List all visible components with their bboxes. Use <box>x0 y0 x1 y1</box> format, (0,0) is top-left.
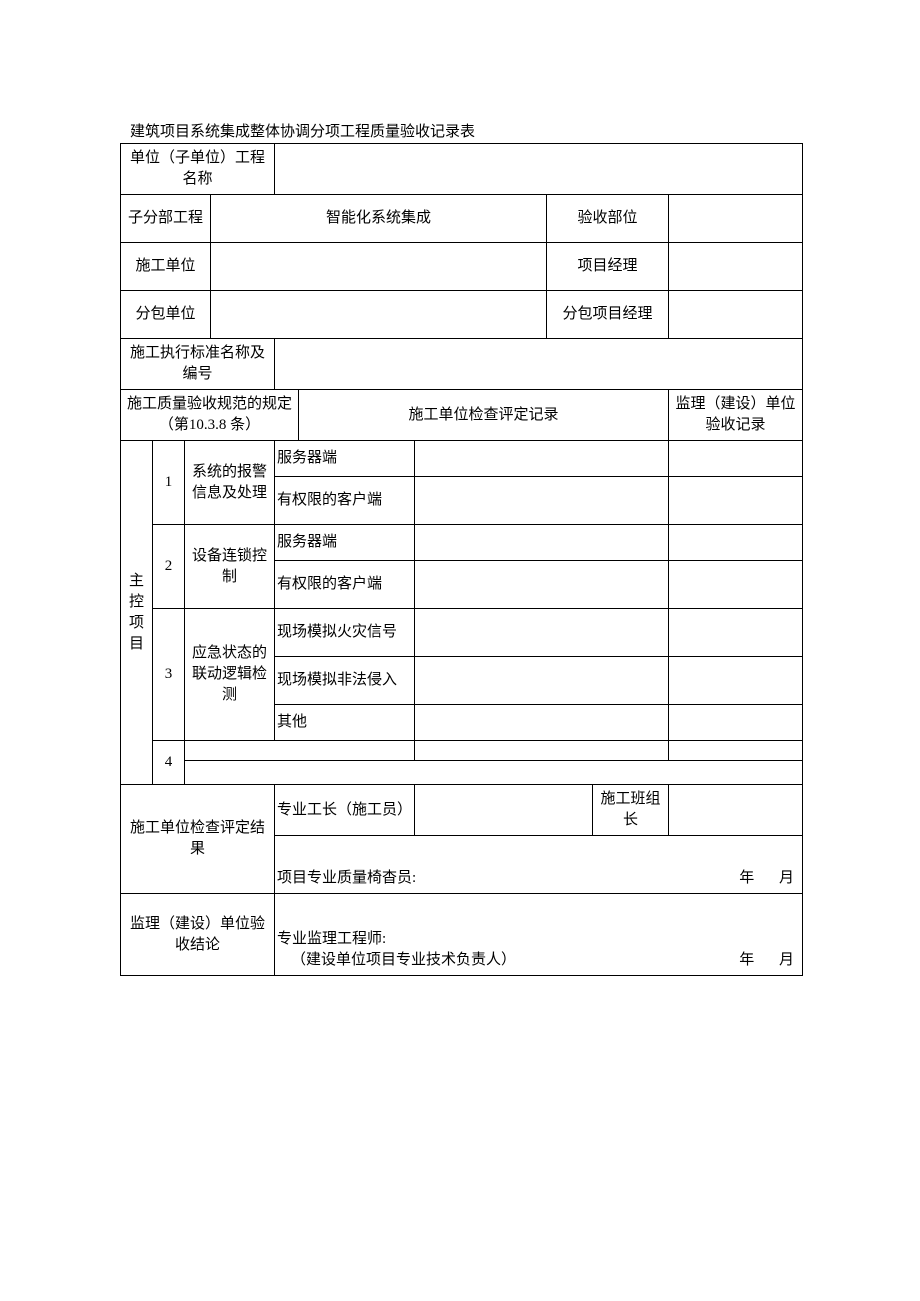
row2-b-accept <box>669 561 803 609</box>
row1-label: 系统的报警信息及处理 <box>185 441 275 525</box>
row1-a: 服务器端 <box>275 441 415 477</box>
label-sub-project-mgr: 分包项目经理 <box>547 291 669 339</box>
row3-c: 其他 <box>275 705 415 741</box>
supervisor-sign-row: 专业监理工程师: （建设单位项目专业技术负责人） 年 月 <box>275 894 803 976</box>
label-unit-name: 单位（子单位）工程名称 <box>121 144 275 195</box>
acceptance-form-table: 单位（子单位）工程名称 子分部工程 智能化系统集成 验收部位 施工单位 项目经理… <box>120 143 803 976</box>
row1-b-check <box>415 477 669 525</box>
row3-a: 现场模拟火灾信号 <box>275 609 415 657</box>
row2-b: 有权限的客户端 <box>275 561 415 609</box>
label-subcontractor: 分包单位 <box>121 291 211 339</box>
row2-num: 2 <box>153 525 185 609</box>
label-team-leader: 施工班组长 <box>593 785 669 836</box>
label-quality-inspector: 项目专业质量椅杳员: <box>277 870 416 886</box>
row3-b-accept <box>669 657 803 705</box>
row1-a-accept <box>669 441 803 477</box>
row3-b-check <box>415 657 669 705</box>
row2-a: 服务器端 <box>275 525 415 561</box>
field-constructor <box>211 243 547 291</box>
row4-num: 4 <box>153 741 185 785</box>
row4-b <box>185 761 803 785</box>
row3-a-check <box>415 609 669 657</box>
row2-label: 设备连锁控制 <box>185 525 275 609</box>
field-team-leader <box>669 785 803 836</box>
row2-b-check <box>415 561 669 609</box>
row1-num: 1 <box>153 441 185 525</box>
label-supervisor-accept-record: 监理（建设）单位验收记录 <box>669 390 803 441</box>
quality-inspector-row: 项目专业质量椅杳员: 年 月 <box>275 836 803 894</box>
label-exec-std: 施工执行标准名称及编号 <box>121 339 275 390</box>
row3-c-accept <box>669 705 803 741</box>
label-quality-spec: 施工质量验收规范的规定（第10.3.8 条） <box>121 390 299 441</box>
row1-b-accept <box>669 477 803 525</box>
label-accept-part: 验收部位 <box>547 195 669 243</box>
label-year-1: 年 <box>718 868 754 889</box>
field-project-mgr <box>669 243 803 291</box>
value-sub-division: 智能化系统集成 <box>211 195 547 243</box>
field-pro-foreman <box>415 785 593 836</box>
row3-b: 现场模拟非法侵入 <box>275 657 415 705</box>
label-constructor: 施工单位 <box>121 243 211 291</box>
field-exec-std <box>275 339 803 390</box>
label-owner-tech-lead: （建设单位项目专业技术负责人） <box>277 952 516 968</box>
row3-a-accept <box>669 609 803 657</box>
row4-a-accept <box>669 741 803 761</box>
row1-a-check <box>415 441 669 477</box>
label-supervisor-conclusion: 监理（建设）单位验收结论 <box>121 894 275 976</box>
field-sub-project-mgr <box>669 291 803 339</box>
label-constructor-check-record: 施工单位检查评定记录 <box>299 390 669 441</box>
field-accept-part <box>669 195 803 243</box>
row3-c-check <box>415 705 669 741</box>
label-sub-division: 子分部工程 <box>121 195 211 243</box>
document-title: 建筑项目系统集成整体协调分项工程质量验收记录表 <box>120 120 800 141</box>
row3-label: 应急状态的联动逻辑检测 <box>185 609 275 741</box>
row3-num: 3 <box>153 609 185 741</box>
row1-b: 有权限的客户端 <box>275 477 415 525</box>
label-month-1: 月 <box>758 868 794 889</box>
label-check-result: 施工单位检查评定结果 <box>121 785 275 894</box>
label-pro-supervisor: 专业监理工程师: <box>277 929 800 950</box>
label-project-mgr: 项目经理 <box>547 243 669 291</box>
row2-a-check <box>415 525 669 561</box>
field-subcontractor <box>211 291 547 339</box>
label-main-control: 主控项目 <box>121 441 153 785</box>
row4-a <box>185 741 415 761</box>
label-month-2: 月 <box>758 950 794 971</box>
row4-a-check <box>415 741 669 761</box>
label-year-2: 年 <box>718 950 754 971</box>
label-pro-foreman: 专业工长（施工员） <box>275 785 415 836</box>
field-unit-name <box>275 144 803 195</box>
row2-a-accept <box>669 525 803 561</box>
